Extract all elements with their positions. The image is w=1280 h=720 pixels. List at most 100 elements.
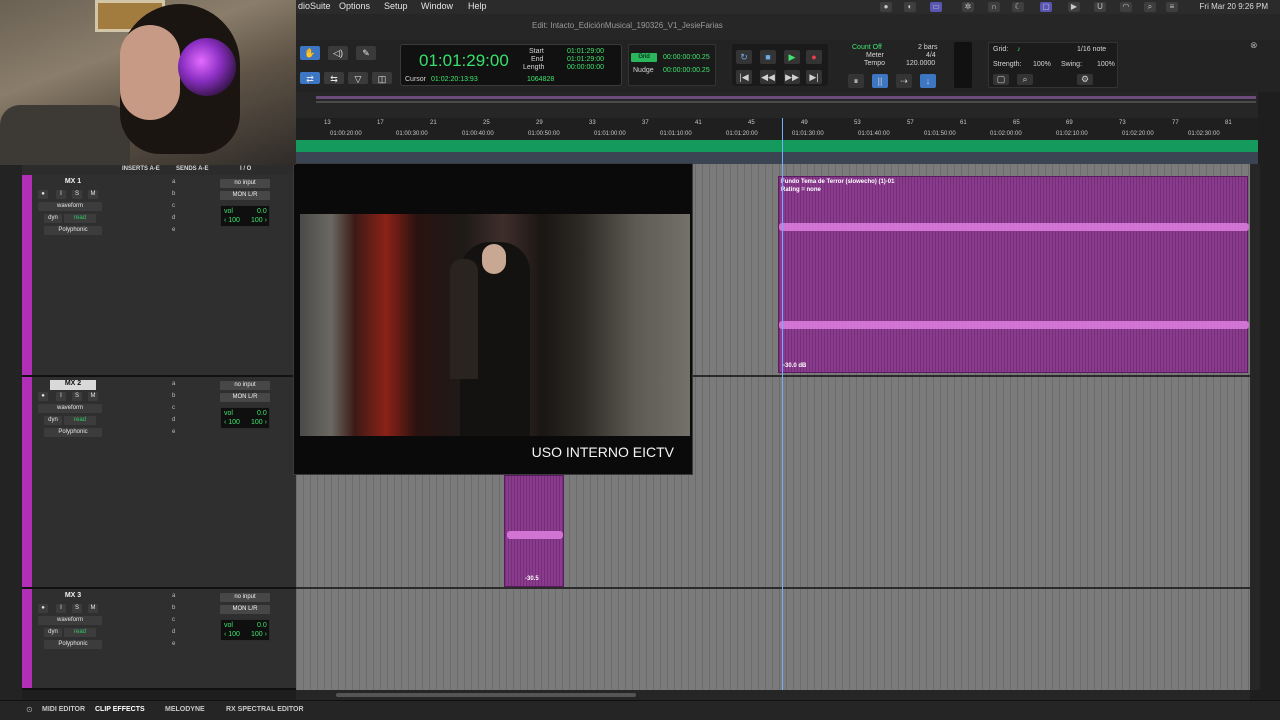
input-select[interactable]: no input: [220, 593, 270, 602]
solo-button[interactable]: S: [72, 604, 82, 613]
vertical-scrollbar[interactable]: [1250, 164, 1260, 690]
record-status-icon[interactable]: ●: [880, 2, 892, 12]
keyboard-layout-icon[interactable]: U: [1094, 2, 1106, 12]
audio-clip-small[interactable]: -30.5: [504, 475, 564, 587]
horizontal-scrollbar[interactable]: [296, 690, 1250, 700]
timecode-ruler[interactable]: 01:00:20:00 01:00:30:00 01:00:40:00 01:00:5…: [296, 129, 1258, 140]
track-dyn-button[interactable]: dyn: [44, 628, 62, 637]
smart-tool-icon[interactable]: ⇄: [300, 72, 320, 84]
scroll-thumb[interactable]: [336, 693, 636, 697]
start-value[interactable]: 01:01:29:00: [567, 48, 604, 55]
track-view-select[interactable]: waveform: [38, 404, 102, 413]
send-slot-e[interactable]: e: [172, 641, 175, 647]
volume-pan-box[interactable]: vol 0.0 ‹ 100 100 ›: [220, 205, 270, 227]
pan-left[interactable]: ‹ 100: [224, 419, 240, 426]
zoom-tool-icon[interactable]: ⇆: [324, 72, 344, 84]
track-name[interactable]: MX 2: [50, 380, 96, 390]
window-close-icon[interactable]: ⊗: [1250, 40, 1258, 51]
sync-icon[interactable]: ◐: [904, 2, 916, 12]
wifi-icon[interactable]: ◠: [1120, 2, 1132, 12]
track-dyn-button[interactable]: dyn: [44, 416, 62, 425]
mute-button[interactable]: M: [88, 392, 98, 401]
solo-button[interactable]: S: [72, 392, 82, 401]
input-monitor-button[interactable]: I: [56, 392, 66, 401]
send-slot-a[interactable]: a: [172, 179, 175, 185]
output-select[interactable]: MON L/R: [220, 605, 270, 614]
control-center-icon[interactable]: ≡: [1166, 2, 1178, 12]
record-arm-icon[interactable]: ●: [38, 190, 48, 199]
send-slot-b[interactable]: b: [172, 605, 175, 611]
play-circle-icon[interactable]: ▶: [1068, 2, 1080, 12]
go-to-end-icon[interactable]: ▶|: [806, 70, 822, 84]
pan-right[interactable]: 100 ›: [251, 419, 267, 426]
send-slot-d[interactable]: d: [172, 629, 175, 635]
vol-value[interactable]: 0.0: [257, 622, 267, 629]
length-value[interactable]: 00:00:00:00: [567, 64, 604, 71]
menu-setup[interactable]: Setup: [384, 1, 408, 11]
send-slot-a[interactable]: a: [172, 381, 175, 387]
automation-mode-select[interactable]: read: [64, 628, 96, 637]
pan-left[interactable]: ‹ 100: [224, 631, 240, 638]
send-slot-a[interactable]: a: [172, 593, 175, 599]
send-slot-c[interactable]: c: [172, 203, 175, 209]
swing-value[interactable]: 100%: [1097, 61, 1115, 68]
clip-gain-label[interactable]: -30.0 dB: [783, 363, 806, 369]
automation-mode-select[interactable]: read: [64, 214, 96, 223]
input-select[interactable]: no input: [220, 179, 270, 188]
bars-ruler[interactable]: 13 17 21 25 29 33 37 41 45 49 53 57 61 65 69 73 77 81: [296, 118, 1258, 129]
window-icon[interactable]: ▢: [1040, 2, 1052, 12]
headphones-icon[interactable]: ∩: [988, 2, 1000, 12]
screen-share-icon[interactable]: ▭: [930, 2, 942, 12]
send-slot-c[interactable]: c: [172, 617, 175, 623]
mute-button[interactable]: M: [88, 604, 98, 613]
tab-clip-effects[interactable]: CLIP EFFECTS: [95, 706, 145, 713]
solo-button[interactable]: S: [72, 190, 82, 199]
volume-pan-box[interactable]: vol 0.0 ‹ 100 100 ›: [220, 407, 270, 429]
vol-value[interactable]: 0.0: [257, 410, 267, 417]
menu-app[interactable]: dioSuite: [298, 1, 331, 11]
strength-value[interactable]: 100%: [1033, 61, 1051, 68]
settings-gear-icon[interactable]: ⚙: [1077, 74, 1093, 85]
elastic-audio-select[interactable]: Polyphonic: [44, 640, 102, 649]
meter-value[interactable]: 4/4: [926, 52, 936, 59]
trim-tool-icon[interactable]: ▽: [348, 72, 368, 84]
track-dyn-button[interactable]: dyn: [44, 214, 62, 223]
track-name[interactable]: MX 3: [50, 592, 96, 602]
grid-value[interactable]: 00:00:00:00.25: [663, 54, 710, 61]
track-view-select[interactable]: waveform: [38, 616, 102, 625]
midi-merge-icon[interactable]: ↓: [920, 74, 936, 88]
gear-icon[interactable]: ✲: [962, 2, 974, 12]
input-monitor-button[interactable]: I: [56, 604, 66, 613]
send-slot-d[interactable]: d: [172, 417, 175, 423]
loop-icon[interactable]: ↻: [736, 50, 752, 64]
menu-help[interactable]: Help: [468, 1, 487, 11]
record-arm-icon[interactable]: ●: [38, 604, 48, 613]
output-select[interactable]: MON L/R: [220, 393, 270, 402]
send-slot-c[interactable]: c: [172, 405, 175, 411]
fast-forward-icon[interactable]: ▶▶: [784, 70, 800, 84]
tab-melodyne[interactable]: MELODYNE: [165, 706, 205, 713]
pan-right[interactable]: 100 ›: [251, 217, 267, 224]
grid-note-value[interactable]: 1/16 note: [1077, 46, 1106, 53]
pan-right[interactable]: 100 ›: [251, 631, 267, 638]
metronome-icon[interactable]: ||: [872, 74, 888, 88]
elastic-audio-select[interactable]: Polyphonic: [44, 226, 102, 235]
stop-icon[interactable]: ■: [760, 50, 776, 64]
loop-record-icon[interactable]: ⇢: [896, 74, 912, 88]
automation-mode-select[interactable]: read: [64, 416, 96, 425]
send-slot-e[interactable]: e: [172, 429, 175, 435]
grabber-tool-icon[interactable]: ✋: [300, 46, 320, 60]
send-slot-b[interactable]: b: [172, 393, 175, 399]
vol-value[interactable]: 0.0: [257, 208, 267, 215]
nudge-value[interactable]: 00:00:00:00.25: [663, 67, 710, 74]
tempo-value[interactable]: 120.0000: [906, 60, 935, 67]
selector-tool-icon[interactable]: ◫: [372, 72, 392, 84]
tab-midi-editor[interactable]: MIDI EDITOR: [42, 706, 85, 713]
track-view-select[interactable]: waveform: [38, 202, 102, 211]
count-off-bars[interactable]: 2 bars: [918, 44, 937, 51]
record-icon[interactable]: ●: [806, 50, 822, 64]
elastic-audio-select[interactable]: Polyphonic: [44, 428, 102, 437]
send-slot-b[interactable]: b: [172, 191, 175, 197]
record-arm-icon[interactable]: ●: [38, 392, 48, 401]
send-slot-d[interactable]: d: [172, 215, 175, 221]
